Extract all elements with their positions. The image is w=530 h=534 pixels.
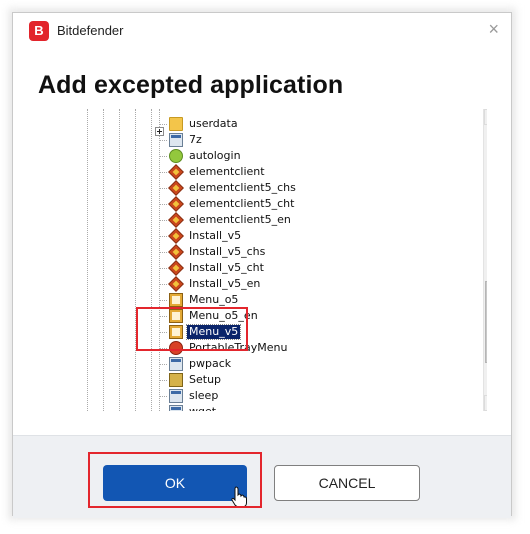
tree-item-label: wget — [187, 405, 218, 411]
exe-icon — [169, 357, 183, 371]
tree-guide-line — [119, 109, 120, 411]
tree-connector-line — [159, 252, 167, 253]
tree-connector-line — [159, 220, 167, 221]
tree-item-label: elementclient — [189, 165, 265, 178]
bitdefender-logo-icon: B — [29, 21, 49, 41]
expand-toggle-icon[interactable] — [155, 127, 164, 136]
game-icon — [168, 180, 184, 196]
tree-item[interactable]: elementclient5_cht — [168, 196, 296, 212]
exe-icon — [169, 133, 183, 147]
tree-connector-line — [159, 236, 167, 237]
tree-connector-line — [159, 300, 167, 301]
tree-item-label: userdata — [189, 117, 238, 130]
game-icon — [168, 212, 184, 228]
game-icon — [168, 228, 184, 244]
tree-guide-line — [135, 109, 136, 411]
vertical-scrollbar[interactable] — [483, 109, 487, 411]
tree-connector-line — [159, 284, 167, 285]
tree-item-label: elementclient5_chs — [189, 181, 296, 194]
tree-item[interactable]: 7z — [169, 132, 204, 148]
game-icon — [168, 244, 184, 260]
scroll-down-button[interactable] — [484, 395, 487, 411]
tree-item-label: sleep — [189, 389, 219, 402]
game-icon — [168, 196, 184, 212]
tree-item[interactable]: autologin — [169, 148, 243, 164]
tree-item[interactable]: elementclient — [168, 164, 267, 180]
tree-item-label: 7z — [189, 133, 202, 146]
dialog-window: B Bitdefender × Add excepted application… — [12, 12, 512, 518]
tree-item-label: Install_v5_en — [189, 277, 261, 290]
tree-guide-line — [87, 109, 88, 411]
tree-guide-line — [151, 109, 152, 411]
tree-connector-line — [159, 140, 167, 141]
annotation-highlight-box — [88, 452, 262, 508]
exe-icon — [169, 405, 183, 411]
folder-icon — [169, 117, 183, 131]
tree-item[interactable]: Install_v5_cht — [168, 260, 266, 276]
tree-item[interactable]: userdata — [169, 116, 240, 132]
tree-connector-line — [159, 172, 167, 173]
game-icon — [168, 164, 184, 180]
tree-item[interactable]: pwpack — [169, 356, 233, 372]
tree-connector-line — [159, 380, 167, 381]
tree-item-label: elementclient5_cht — [189, 197, 295, 210]
game-icon — [168, 276, 184, 292]
exe-icon — [169, 389, 183, 403]
tree-item[interactable]: elementclient5_chs — [168, 180, 298, 196]
tree-connector-line — [159, 156, 167, 157]
tree-connector-line — [159, 364, 167, 365]
file-tree[interactable]: userdata 7z autologin elementclient elementc… — [83, 109, 487, 411]
tree-item[interactable]: Install_v5 — [168, 228, 243, 244]
menu-icon — [169, 293, 183, 307]
cancel-button[interactable]: CANCEL — [274, 465, 420, 501]
game-icon — [168, 260, 184, 276]
tree-item-label: autologin — [189, 149, 241, 162]
tree-guide-line — [103, 109, 104, 411]
tree-item[interactable]: Install_v5_chs — [168, 244, 267, 260]
tree-item-label: Setup — [189, 373, 222, 386]
tree-item-label: pwpack — [189, 357, 232, 370]
tree-item-label: Install_v5_chs — [189, 245, 266, 258]
close-icon[interactable]: × — [488, 19, 499, 40]
scroll-thumb[interactable] — [485, 281, 487, 363]
tree-item[interactable]: wget — [169, 404, 218, 411]
tree-item-label: Install_v5 — [189, 229, 242, 242]
tree-item[interactable]: Setup — [169, 372, 223, 388]
app-title: Bitdefender — [57, 23, 124, 38]
tree-item-label: Menu_o5 — [189, 293, 239, 306]
tree-connector-line — [159, 188, 167, 189]
tree-item-label: Install_v5_cht — [189, 261, 264, 274]
title-bar[interactable]: B Bitdefender × — [13, 13, 511, 49]
tree-item[interactable]: sleep — [169, 388, 220, 404]
annotation-highlight-box — [136, 307, 248, 351]
tree-item[interactable]: Menu_o5 — [169, 292, 240, 308]
tree-item[interactable]: elementclient5_en — [168, 212, 293, 228]
scroll-up-button[interactable] — [484, 109, 487, 125]
tree-connector-line — [159, 124, 167, 125]
setup-icon — [169, 373, 183, 387]
tree-item[interactable]: Install_v5_en — [168, 276, 262, 292]
tree-connector-line — [159, 268, 167, 269]
tree-connector-line — [159, 204, 167, 205]
shield-icon — [169, 149, 183, 163]
tree-item-label: elementclient5_en — [189, 213, 291, 226]
tree-connector-line — [159, 396, 167, 397]
dialog-heading: Add excepted application — [38, 71, 344, 99]
tree-guide-line — [159, 109, 160, 411]
